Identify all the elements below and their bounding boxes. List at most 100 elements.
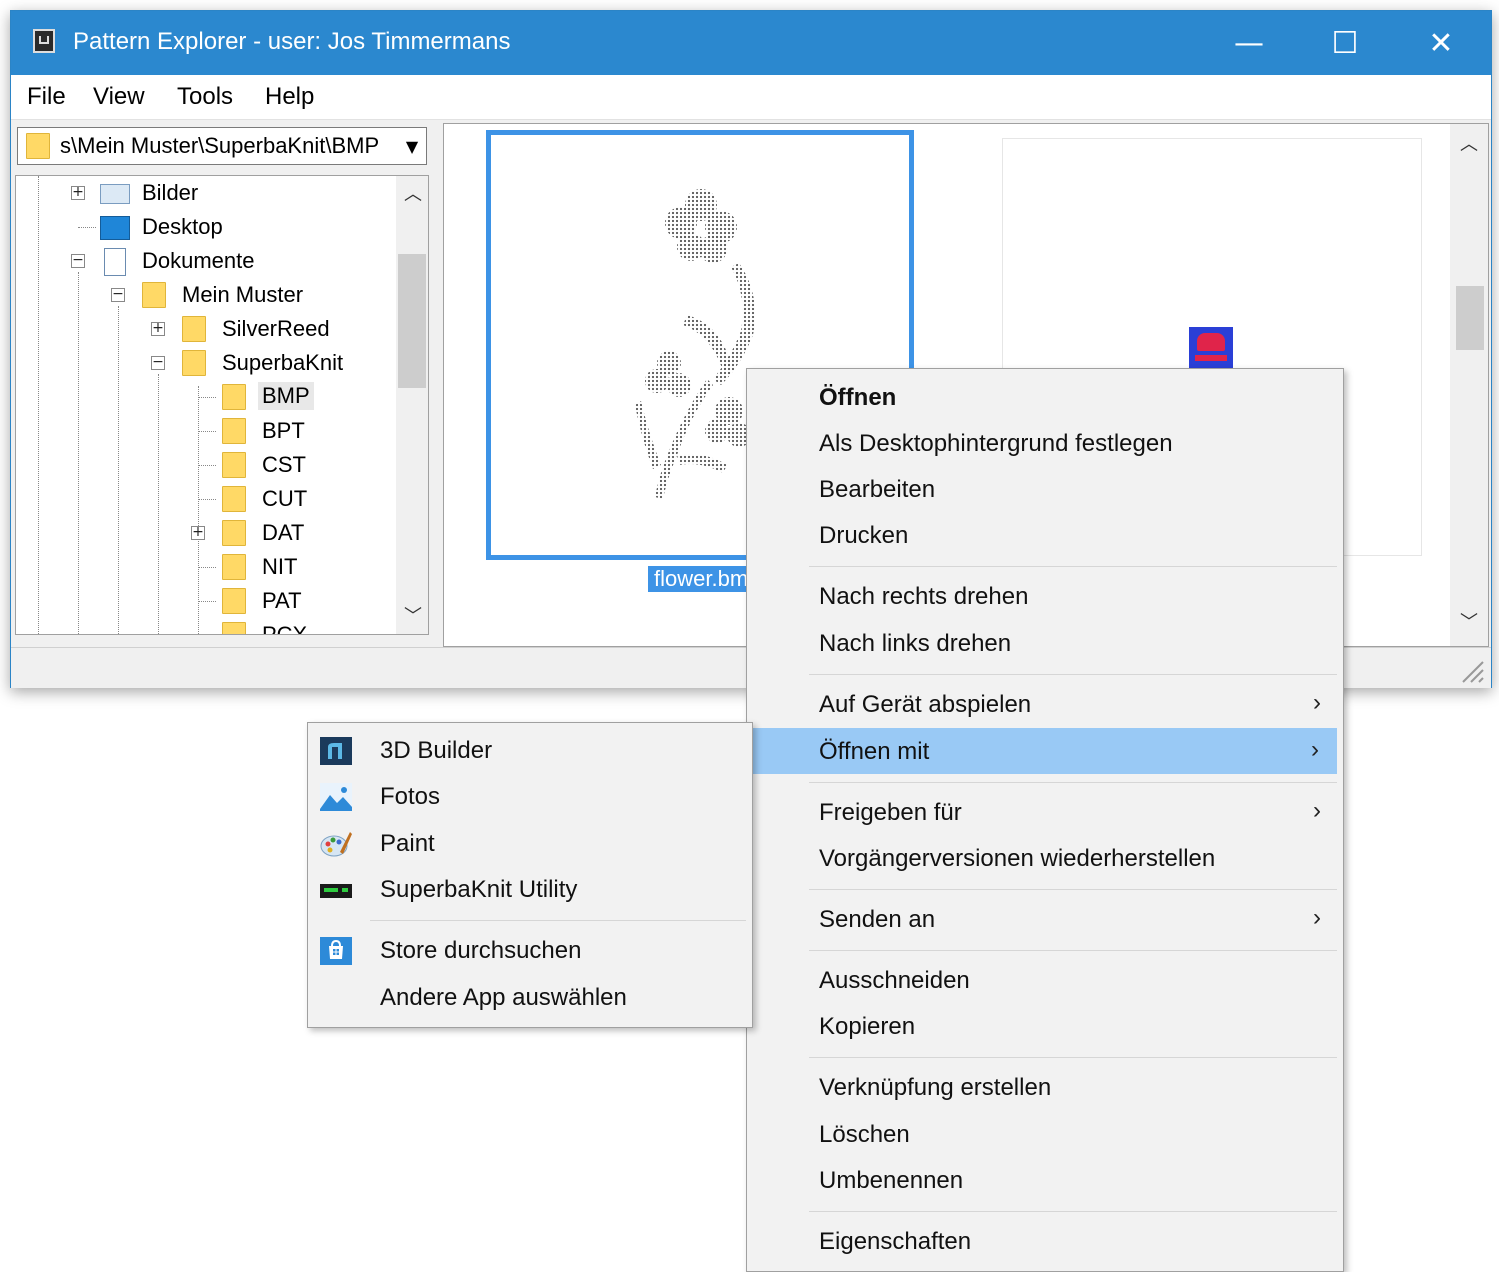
context-menu: Öffnen Als Desktophintergrund festlegen … (746, 368, 1344, 1272)
scroll-down-icon[interactable]: ﹀ (1460, 608, 1478, 634)
open-with-superbaknit[interactable]: SuperbaKnit Utility (308, 866, 752, 912)
menu-item-drucken[interactable]: Drucken (747, 512, 1343, 558)
menu-tools[interactable]: Tools (177, 83, 233, 111)
folder-icon (222, 418, 246, 444)
scroll-up-icon[interactable]: ︿ (1460, 130, 1478, 156)
menu-item-cut[interactable]: Ausschneiden (747, 957, 1343, 1003)
window-title: Pattern Explorer - user: Jos Timmermans (73, 28, 511, 55)
tree-label: BPT (262, 418, 305, 443)
tree-item-nit[interactable]: NIT (16, 550, 396, 584)
folder-icon (222, 622, 246, 634)
tree-item-desktop[interactable]: Desktop (16, 210, 396, 244)
store-icon (320, 937, 352, 965)
folder-icon (222, 520, 246, 546)
tree-item-mein-muster[interactable]: − Mein Muster (16, 278, 396, 312)
tree-item-cst[interactable]: CST (16, 448, 396, 482)
menu-item-rename[interactable]: Umbenennen (747, 1157, 1343, 1203)
tree-label: Desktop (142, 214, 223, 239)
tree-label: SilverReed (222, 316, 330, 341)
open-with-submenu: 3D Builder Fotos Paint SuperbaKnit Utili… (307, 722, 753, 1028)
menu-item-rotate-left[interactable]: Nach links drehen (747, 620, 1343, 666)
menu-item-bearbeiten[interactable]: Bearbeiten (747, 466, 1343, 512)
expand-icon[interactable]: + (151, 321, 165, 336)
path-value: s\Mein Muster\SuperbaKnit\BMP (60, 133, 380, 158)
folder-icon (26, 133, 50, 159)
submenu-arrow-icon: › (1313, 797, 1321, 824)
title-bar[interactable]: Pattern Explorer - user: Jos Timmermans … (11, 11, 1491, 75)
view-scrollbar[interactable]: ︿ ﹀ (1450, 124, 1488, 646)
close-button[interactable]: ✕ (1393, 11, 1489, 75)
tree-item-superbaknit[interactable]: − SuperbaKnit (16, 346, 396, 380)
collapse-icon[interactable]: − (151, 355, 165, 370)
menu-item-rotate-right[interactable]: Nach rechts drehen (747, 573, 1343, 619)
open-with-store[interactable]: Store durchsuchen (308, 927, 752, 973)
tree-item-bilder[interactable]: + Bilder (16, 176, 396, 210)
open-with-choose-other-app[interactable]: Andere App auswählen (308, 974, 752, 1020)
tree-label: SuperbaKnit (222, 350, 344, 375)
maximize-button[interactable]: ☐ (1297, 11, 1393, 75)
expand-icon[interactable]: + (191, 525, 205, 540)
menu-file[interactable]: File (27, 83, 66, 111)
submenu-arrow-icon: › (1313, 904, 1321, 931)
menu-item-share[interactable]: Freigeben für › (747, 789, 1343, 835)
menu-item-copy[interactable]: Kopieren (747, 1003, 1343, 1049)
open-with-3d-builder[interactable]: 3D Builder (308, 727, 752, 773)
submenu-arrow-icon: › (1313, 689, 1321, 716)
open-with-paint[interactable]: Paint (308, 820, 752, 866)
folder-icon (222, 554, 246, 580)
tree-label: Mein Muster (182, 282, 304, 307)
open-with-fotos[interactable]: Fotos (308, 773, 752, 819)
tree-item-pat[interactable]: PAT (16, 584, 396, 618)
photos-icon (320, 783, 352, 811)
pictures-icon (100, 184, 130, 204)
3d-builder-icon (320, 737, 352, 765)
tree-label: CST (262, 452, 306, 477)
folder-icon (222, 452, 246, 478)
scroll-thumb[interactable] (1456, 286, 1484, 350)
menu-item-open-with[interactable]: Öffnen mit › (751, 728, 1337, 774)
menu-help[interactable]: Help (265, 83, 314, 111)
menu-item-send-to[interactable]: Senden an › (747, 896, 1343, 942)
folder-icon (222, 384, 246, 410)
collapse-icon[interactable]: − (71, 253, 85, 268)
app-icon (33, 29, 55, 53)
tree-label: PAT (262, 588, 302, 613)
folder-icon (182, 316, 206, 342)
menu-item-previous-versions[interactable]: Vorgängerversionen wiederherstellen (747, 835, 1343, 881)
menu-item-properties[interactable]: Eigenschaften (747, 1218, 1343, 1264)
tree-item-silverreed[interactable]: + SilverReed (16, 312, 396, 346)
scroll-thumb[interactable] (398, 254, 426, 388)
menu-bar: File View Tools Help (11, 75, 1491, 120)
tree-label: NIT (262, 554, 298, 579)
tree-label: CUT (262, 486, 308, 511)
collapse-icon[interactable]: − (111, 287, 125, 302)
tree-item-bmp[interactable]: BMP (16, 380, 396, 414)
tree-item-pcx[interactable]: PCX (16, 618, 396, 635)
scroll-down-icon[interactable]: ﹀ (404, 602, 422, 628)
menu-item-oeffnen[interactable]: Öffnen (747, 374, 1343, 420)
resize-grip-icon[interactable] (1459, 658, 1485, 684)
tree-item-dat[interactable]: + DAT (16, 516, 396, 550)
menu-item-delete[interactable]: Löschen (747, 1111, 1343, 1157)
desktop-icon (100, 216, 130, 240)
tree-scrollbar[interactable]: ︿ ﹀ (396, 176, 428, 634)
pattern-thumbnail-image (1189, 327, 1233, 371)
expand-icon[interactable]: + (71, 185, 85, 200)
folder-icon (142, 282, 166, 308)
dropdown-arrow-icon[interactable]: ▼ (398, 128, 426, 164)
tree-item-dokumente[interactable]: − Dokumente (16, 244, 396, 278)
menu-view[interactable]: View (93, 83, 145, 111)
tree-item-cut[interactable]: CUT (16, 482, 396, 516)
superbaknit-icon (320, 884, 352, 898)
tree-label: PCX (262, 622, 308, 635)
tree-item-bpt[interactable]: BPT (16, 414, 396, 448)
submenu-arrow-icon: › (1311, 736, 1319, 763)
menu-item-desktop-background[interactable]: Als Desktophintergrund festlegen (747, 420, 1343, 466)
minimize-button[interactable]: — (1201, 11, 1297, 75)
scroll-up-icon[interactable]: ︿ (404, 180, 422, 206)
menu-item-play-on-device[interactable]: Auf Gerät abspielen › (747, 681, 1343, 727)
folder-icon (222, 486, 246, 512)
path-dropdown[interactable]: s\Mein Muster\SuperbaKnit\BMP ▼ (17, 127, 427, 165)
folder-icon (182, 350, 206, 376)
menu-item-create-shortcut[interactable]: Verknüpfung erstellen (747, 1064, 1343, 1110)
